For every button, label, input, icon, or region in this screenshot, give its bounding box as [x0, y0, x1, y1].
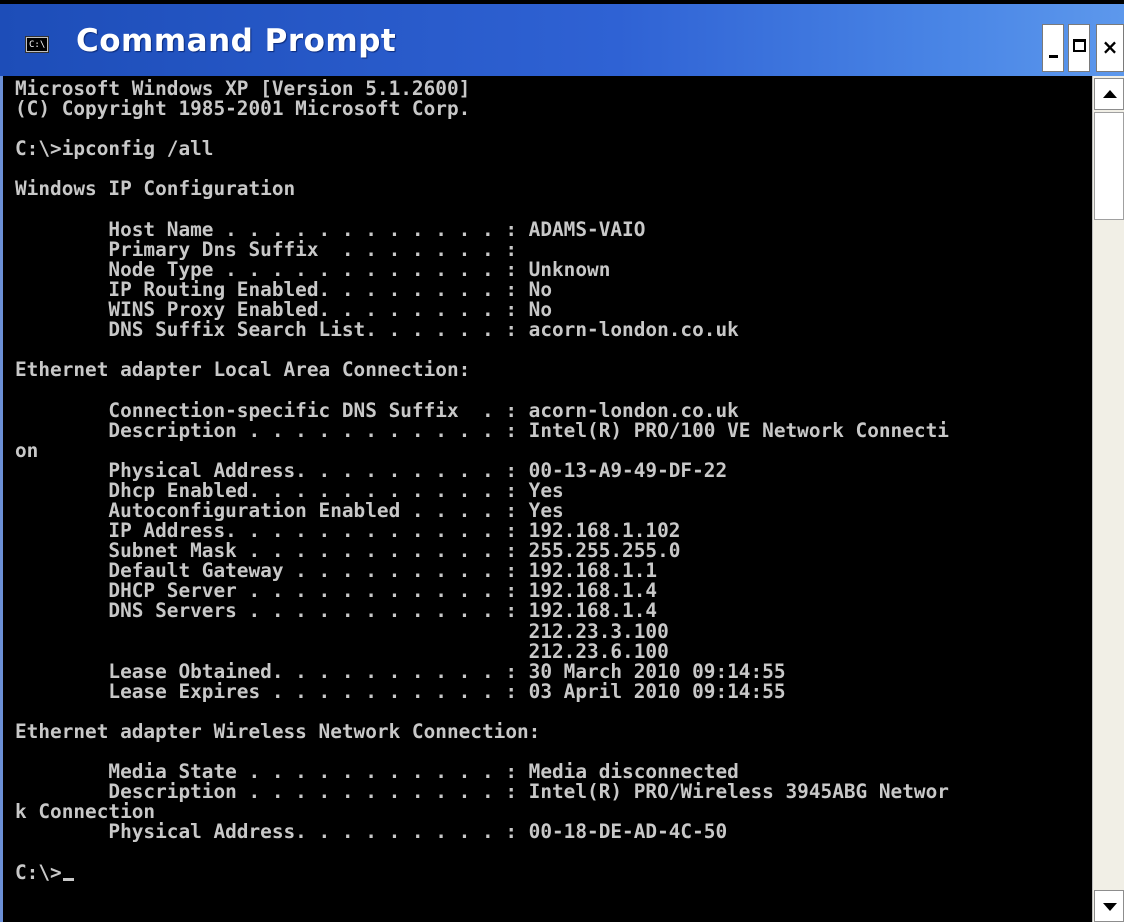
console-text: Microsoft Windows XP [Version 5.1.2600] …	[3, 76, 1095, 883]
console-icon[interactable]: C:\	[26, 37, 48, 52]
window-title: Command Prompt	[76, 23, 397, 59]
text-cursor	[62, 877, 74, 881]
minimize-button[interactable]	[1042, 24, 1064, 72]
scroll-down-button[interactable]	[1094, 890, 1124, 922]
maximize-icon	[1073, 39, 1086, 52]
close-icon: ×	[1101, 35, 1119, 59]
vertical-scrollbar[interactable]	[1092, 76, 1124, 922]
console-line: (C) Copyright 1985-2001 Microsoft Corp.	[15, 97, 471, 121]
console-output[interactable]: Microsoft Windows XP [Version 5.1.2600] …	[0, 76, 1095, 922]
close-button[interactable]: ×	[1096, 24, 1124, 72]
console-line: Physical Address. . . . . . . . . : 00-1…	[15, 820, 728, 844]
scroll-thumb[interactable]	[1094, 112, 1124, 220]
arrow-down-icon	[1103, 903, 1117, 911]
console-line: DNS Suffix Search List. . . . . . : acor…	[15, 318, 739, 342]
minimize-icon	[1049, 55, 1058, 58]
console-line: Description . . . . . . . . . . . : Inte…	[15, 418, 949, 442]
prompt-line: C:\>	[15, 860, 62, 884]
console-line: Windows IP Configuration	[15, 177, 296, 201]
console-line: Lease Expires . . . . . . . . . . : 03 A…	[15, 679, 786, 703]
console-line: Ethernet adapter Local Area Connection:	[15, 358, 471, 382]
scroll-up-button[interactable]	[1094, 78, 1124, 110]
arrow-up-icon	[1103, 90, 1117, 98]
console-line: C:\>ipconfig /all	[15, 137, 214, 161]
console-line: Ethernet adapter Wireless Network Connec…	[15, 720, 541, 743]
title-bar[interactable]: C:\ Command Prompt ×	[0, 4, 1124, 76]
maximize-button[interactable]	[1068, 24, 1090, 72]
command-prompt-window: C:\ Command Prompt × Microsoft Windows X…	[0, 0, 1124, 922]
